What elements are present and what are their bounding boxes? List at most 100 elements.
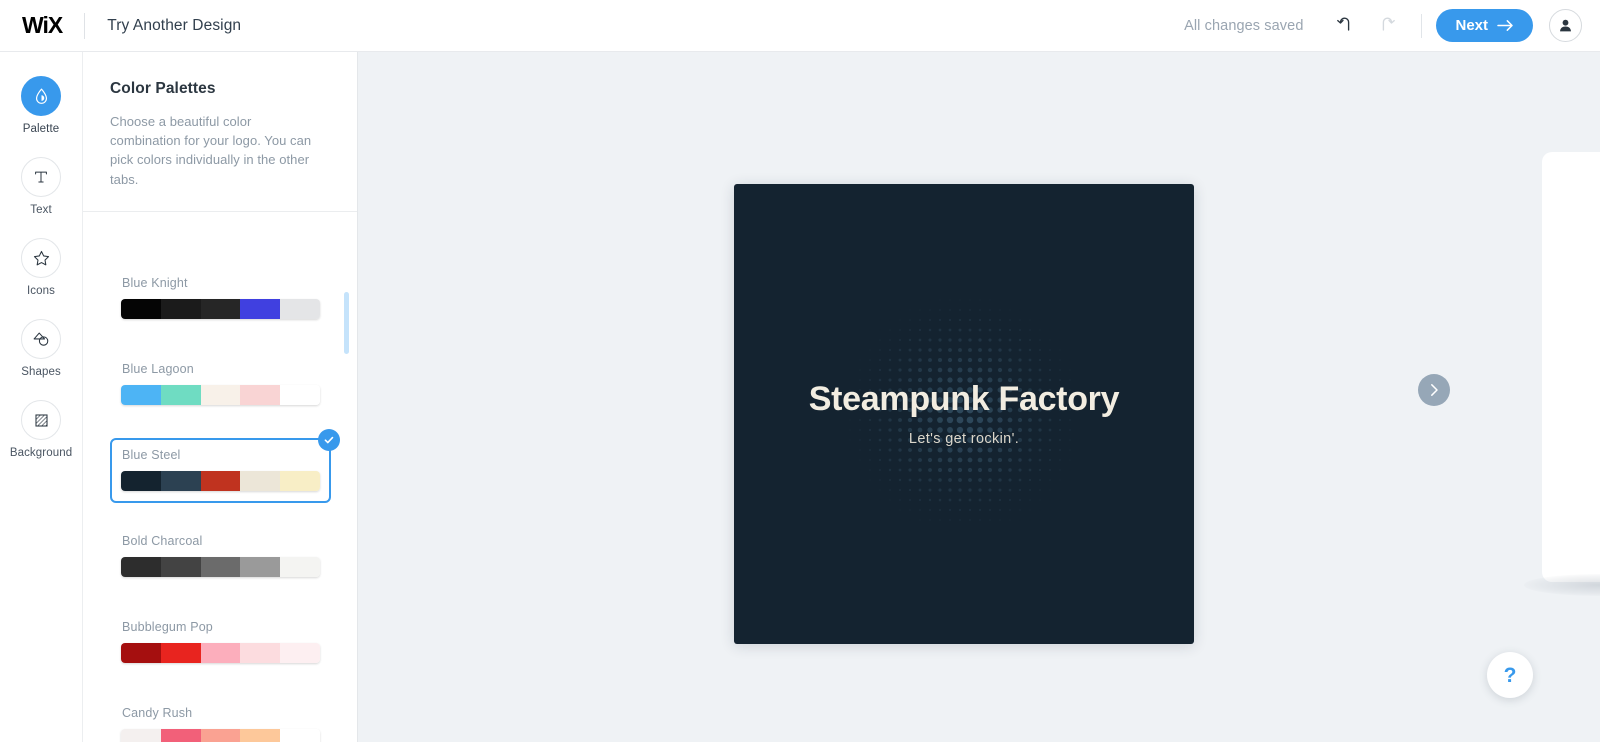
- header-divider: [84, 12, 86, 39]
- palette-item[interactable]: Bubblegum Pop: [110, 610, 331, 675]
- palette-swatch: [240, 557, 281, 577]
- sidebar-item-shapes[interactable]: Shapes: [0, 319, 82, 378]
- shapes-icon: [33, 332, 48, 346]
- try-another-design-link[interactable]: Try Another Design: [107, 17, 241, 35]
- icons-icon-circle: [21, 238, 61, 278]
- logo-preview-canvas: Steampunk Factory Let's get rockin'. ?: [358, 52, 1600, 742]
- selected-check-badge: [318, 429, 340, 451]
- top-bar-actions: All changes saved Next: [1184, 9, 1600, 42]
- palette-swatch: [240, 299, 281, 319]
- palette-swatch: [160, 557, 201, 577]
- palette-swatch: [200, 643, 241, 663]
- panel-description: Choose a beautiful color combination for…: [110, 114, 312, 187]
- palette-item-name: Bold Charcoal: [122, 534, 203, 548]
- palette-swatch: [240, 385, 281, 405]
- palette-swatch: [200, 729, 241, 742]
- palette-item-name: Bubblegum Pop: [122, 620, 213, 634]
- palette-swatch: [200, 299, 241, 319]
- palette-scroll-area[interactable]: Blue Knight Blue Lagoon Blue Steel Bold Cha…: [83, 244, 357, 742]
- check-icon: [324, 436, 334, 444]
- undo-icon: [1337, 17, 1350, 31]
- sidebar-item-palette[interactable]: Palette: [0, 76, 82, 135]
- palette-swatch-row: [121, 729, 320, 742]
- palette-swatch: [121, 299, 161, 319]
- logo-title: Steampunk Factory: [808, 379, 1120, 418]
- sidebar-item-text[interactable]: Text: [0, 157, 82, 216]
- palette-swatch: [280, 471, 320, 491]
- palette-item[interactable]: Blue Lagoon: [110, 352, 331, 417]
- palette-item-name: Candy Rush: [122, 706, 193, 720]
- palette-swatch: [160, 729, 201, 742]
- sidebar-label-shapes: Shapes: [21, 366, 61, 378]
- redo-icon: [1383, 17, 1396, 31]
- hatch-square-icon: [34, 413, 48, 427]
- palette-item[interactable]: Blue Steel: [110, 429, 340, 503]
- carousel-next-button[interactable]: [1418, 374, 1450, 406]
- panel-divider: [83, 210, 357, 212]
- panel-header: Color Palettes Choose a beautiful color …: [83, 52, 357, 212]
- shapes-icon-circle: [21, 319, 61, 359]
- sidebar-item-icons[interactable]: Icons: [0, 238, 82, 297]
- palette-swatch: [280, 299, 320, 319]
- palette-item-name: Blue Steel: [122, 448, 181, 462]
- next-button-label: Next: [1455, 17, 1488, 34]
- sidebar-label-background: Background: [9, 447, 73, 459]
- palette-item-name: Blue Knight: [122, 276, 188, 290]
- logo-card[interactable]: Steampunk Factory Let's get rockin'.: [734, 184, 1194, 644]
- palette-scrollbar[interactable]: [344, 248, 349, 738]
- palette-swatch: [160, 643, 201, 663]
- left-tool-rail: Palette Text Icons Shapes Background: [0, 52, 83, 742]
- palette-swatch: [280, 557, 320, 577]
- palette-swatch: [160, 299, 201, 319]
- palette-swatch-row: [121, 471, 320, 491]
- palette-swatch: [121, 471, 161, 491]
- action-divider: [1421, 13, 1423, 38]
- color-palettes-panel: Color Palettes Choose a beautiful color …: [83, 52, 358, 742]
- palette-swatch: [121, 643, 161, 663]
- next-button[interactable]: Next: [1436, 9, 1533, 42]
- palette-swatch: [200, 557, 241, 577]
- help-question-icon: ?: [1503, 663, 1517, 687]
- palette-item-name: Blue Lagoon: [122, 362, 194, 376]
- user-avatar-icon: [1560, 19, 1571, 32]
- sidebar-label-palette: Palette: [22, 123, 60, 135]
- droplet-icon: [35, 87, 47, 104]
- palette-item[interactable]: Blue Knight: [110, 266, 331, 331]
- palette-item[interactable]: Candy Rush: [110, 696, 331, 742]
- palette-swatch: [240, 729, 281, 742]
- sidebar-label-text: Text: [30, 204, 52, 216]
- palette-swatch: [160, 385, 201, 405]
- arrow-right-icon: [1497, 20, 1513, 31]
- palette-swatch: [121, 729, 161, 742]
- chevron-right-icon: [1431, 384, 1438, 396]
- sidebar-item-background[interactable]: Background: [0, 400, 82, 459]
- background-icon-circle: [21, 400, 61, 440]
- palette-swatch: [240, 471, 281, 491]
- palette-swatch: [160, 471, 201, 491]
- text-icon-circle: [21, 157, 61, 197]
- sidebar-label-icons: Icons: [27, 285, 55, 297]
- save-status-text: All changes saved: [1184, 17, 1304, 34]
- palette-swatch-row: [121, 299, 320, 319]
- palette-swatch: [280, 643, 320, 663]
- palette-swatch-row: [121, 385, 320, 405]
- undo-button[interactable]: [1329, 11, 1359, 41]
- palette-swatch: [121, 385, 161, 405]
- palette-swatch: [240, 643, 281, 663]
- help-button[interactable]: ?: [1487, 652, 1533, 698]
- text-t-icon: [35, 171, 47, 183]
- page-title: Color Palettes: [110, 80, 216, 97]
- palette-item[interactable]: Bold Charcoal: [110, 524, 331, 589]
- palette-swatch: [280, 385, 320, 405]
- palette-swatch: [121, 557, 161, 577]
- wix-logo[interactable]: WiX: [22, 14, 63, 37]
- palette-icon-circle: [21, 76, 61, 116]
- redo-button[interactable]: [1373, 11, 1403, 41]
- palette-swatch-row: [121, 643, 320, 663]
- palette-swatch: [280, 729, 320, 742]
- palette-swatch: [200, 471, 241, 491]
- account-avatar-button[interactable]: [1549, 9, 1582, 42]
- logo-tagline: Let's get rockin'.: [908, 430, 1020, 447]
- next-design-peek-card[interactable]: [1542, 152, 1600, 582]
- palette-scrollbar-thumb[interactable]: [344, 292, 349, 354]
